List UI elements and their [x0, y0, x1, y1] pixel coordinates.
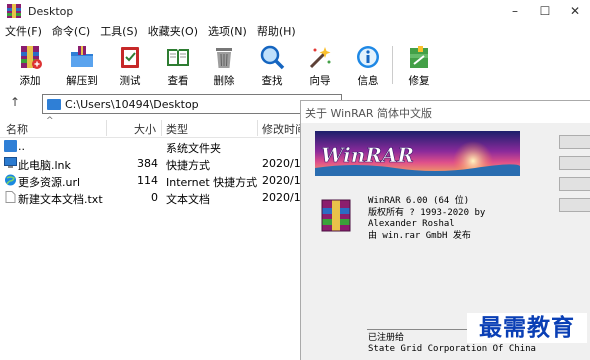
extract-to-button[interactable]: 解压到: [62, 40, 102, 90]
delete-button[interactable]: 删除: [204, 40, 244, 90]
test-icon: [121, 47, 139, 68]
info-icon: [357, 46, 379, 68]
delete-button-label: 删除: [213, 75, 235, 87]
winrar-app-icon: [7, 4, 21, 18]
dialog-button-2[interactable]: [559, 156, 590, 170]
column-type[interactable]: 类型: [166, 121, 188, 137]
file-type: 文本文档: [166, 193, 210, 206]
file-size: 0: [151, 191, 158, 204]
file-modified: 2020/12: [262, 191, 302, 204]
file-name: ..: [18, 140, 25, 153]
file-row[interactable]: 新建文本文档.txt 0 文本文档 2020/12: [0, 189, 305, 206]
computer-icon: [4, 157, 17, 168]
test-button-label: 测试: [119, 75, 141, 87]
extract-to-button-label: 解压到: [66, 75, 98, 87]
toolbar-separator: [392, 46, 393, 84]
globe-icon: [5, 174, 16, 186]
about-dialog-title: 关于 WinRAR 简体中文版: [301, 101, 590, 123]
file-type: Internet 快捷方式: [166, 176, 258, 189]
view-button[interactable]: 查看: [158, 40, 198, 90]
dialog-button-1[interactable]: [559, 135, 590, 149]
delete-icon: [216, 48, 232, 68]
folder-up-icon: [4, 140, 17, 152]
winrar-books-icon: [321, 199, 351, 232]
dialog-button-3[interactable]: [559, 177, 590, 191]
sort-ascending-icon: ^: [46, 116, 54, 126]
file-row[interactable]: 更多资源.url 114 Internet 快捷方式 2020/12: [0, 172, 305, 189]
column-divider[interactable]: [106, 120, 107, 136]
find-button-label: 查找: [261, 75, 283, 87]
menu-help[interactable]: 帮助(H): [252, 23, 301, 39]
file-modified: 2020/11: [262, 157, 302, 170]
version-info: WinRAR 6.00 (64 位) 版权所有 ? 1993-2020 by A…: [368, 196, 485, 242]
dialog-button-4[interactable]: [559, 198, 590, 212]
file-list: .. 系统文件夹 此电脑.lnk 384 快捷方式 2020/11 更多资源.u…: [0, 138, 305, 206]
version-line: WinRAR 6.00 (64 位): [368, 196, 470, 206]
up-arrow-icon[interactable]: ↑: [10, 95, 20, 109]
folder-icon: [47, 98, 61, 110]
file-type: 快捷方式: [166, 159, 210, 172]
copyright-line: 版权所有 ? 1993-2020 by: [368, 207, 486, 218]
column-divider[interactable]: [161, 120, 162, 136]
test-button[interactable]: 测试: [110, 40, 150, 90]
add-archive-icon: [21, 46, 42, 69]
file-list-header: ^ 名称 大小 类型 修改时间: [0, 116, 306, 138]
column-size[interactable]: 大小: [134, 121, 156, 137]
registered-to: State Grid Corporation Of China: [368, 344, 536, 354]
maximize-button[interactable]: ☐: [530, 0, 560, 22]
info-button-label: 信息: [357, 75, 379, 87]
find-button[interactable]: 查找: [252, 40, 292, 90]
menu-options[interactable]: 选项(N): [203, 23, 252, 39]
address-bar[interactable]: C:\Users\10494\Desktop: [42, 94, 342, 114]
menu-file[interactable]: 文件(F): [0, 23, 47, 39]
column-divider[interactable]: [257, 120, 258, 136]
extract-icon: [71, 46, 93, 67]
winrar-banner-logo: WinRAR: [315, 131, 520, 176]
file-size: 384: [137, 157, 158, 170]
publisher-line: 由 win.rar GmbH 发布: [368, 230, 471, 241]
watermark-text: 最需教育: [467, 313, 587, 343]
wizard-icon: [309, 47, 331, 69]
wizard-button[interactable]: 向导: [300, 40, 340, 90]
menu-bar: 文件(F) 命令(C) 工具(S) 收藏夹(O) 选项(N) 帮助(H): [0, 22, 590, 40]
file-type: 系统文件夹: [166, 142, 221, 155]
repair-icon: [410, 46, 428, 68]
menu-commands[interactable]: 命令(C): [47, 23, 95, 39]
toolbar: 添加 解压到 测试 查看 删除 查找 向导 信息 修复: [0, 40, 590, 90]
find-icon: [260, 45, 285, 70]
window-controls: – ☐ ✕: [500, 0, 590, 22]
address-path: C:\Users\10494\Desktop: [65, 97, 199, 111]
author-line: Alexander Roshal: [368, 219, 455, 229]
add-button[interactable]: 添加: [10, 40, 50, 90]
add-button-label: 添加: [19, 75, 41, 87]
repair-button-label: 修复: [408, 75, 430, 87]
menu-favorites[interactable]: 收藏夹(O): [143, 23, 203, 39]
banner-text: WinRAR: [321, 143, 414, 167]
winrar-window: Desktop – ☐ ✕ 文件(F) 命令(C) 工具(S) 收藏夹(O) 选…: [0, 0, 590, 360]
file-row-parent[interactable]: .. 系统文件夹: [0, 138, 305, 155]
file-size: 114: [137, 174, 158, 187]
minimize-button[interactable]: –: [500, 0, 530, 22]
text-file-icon: [5, 191, 16, 203]
view-icon: [167, 49, 189, 66]
repair-button[interactable]: 修复: [399, 40, 439, 90]
column-name[interactable]: 名称: [6, 121, 28, 137]
file-row[interactable]: 此电脑.lnk 384 快捷方式 2020/11: [0, 155, 305, 172]
window-title: Desktop: [28, 4, 74, 18]
file-modified: 2020/12: [262, 174, 302, 187]
info-button[interactable]: 信息: [348, 40, 388, 90]
menu-tools[interactable]: 工具(S): [95, 23, 143, 39]
close-button[interactable]: ✕: [560, 0, 590, 22]
title-bar: Desktop – ☐ ✕: [0, 0, 590, 22]
view-button-label: 查看: [167, 75, 189, 87]
wizard-button-label: 向导: [309, 75, 331, 87]
